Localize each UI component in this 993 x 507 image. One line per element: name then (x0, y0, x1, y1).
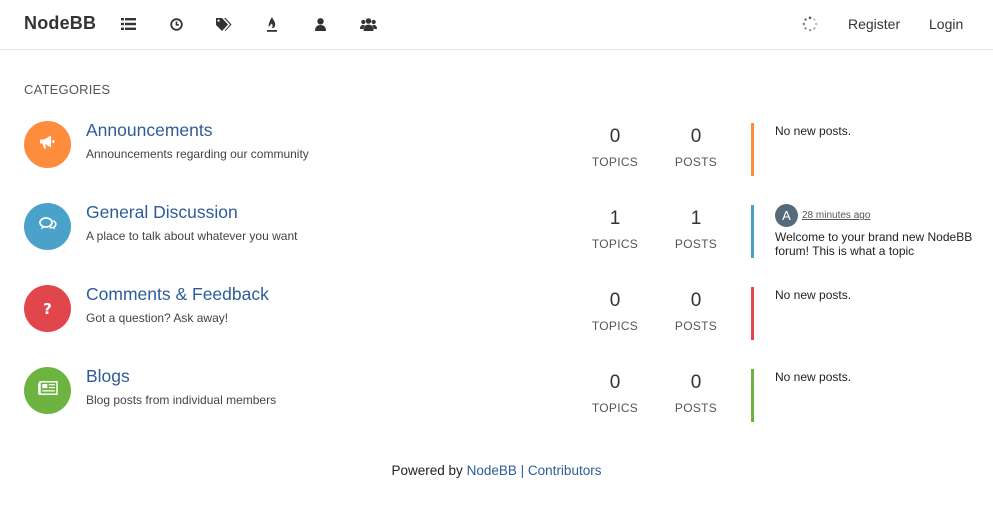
posts-count: 0 (690, 126, 702, 147)
top-navbar: NodeBB Register Login (0, 0, 993, 50)
category-description: A place to talk about whatever you want (86, 229, 298, 243)
footer-powered-by: Powered by (391, 463, 463, 478)
category-icon[interactable] (24, 203, 71, 250)
posts-stat: 1 POSTS (661, 208, 731, 251)
category-icon[interactable] (24, 367, 71, 414)
topics-count: 1 (609, 208, 621, 229)
footer-separator: | (520, 463, 525, 478)
bullhorn-icon (39, 135, 56, 154)
posts-label: POSTS (674, 155, 718, 169)
topics-stat: 1 TOPICS (580, 208, 650, 251)
category-description: Announcements regarding our community (86, 147, 309, 161)
newspaper-icon (37, 381, 58, 400)
popular-fire-icon[interactable] (263, 16, 281, 32)
category-description: Blog posts from individual members (86, 393, 277, 407)
topics-count: 0 (609, 126, 621, 147)
category-row-comments-feedback: ? Comments & Feedback Got a question? As… (0, 284, 993, 345)
teaser-text[interactable]: Welcome to your brand new NodeBB forum! … (775, 230, 975, 258)
category-title-link[interactable]: Blogs (86, 366, 130, 387)
contributors-link[interactable]: Contributors (528, 463, 602, 478)
category-accent-bar (751, 205, 754, 258)
loading-spinner-icon (802, 16, 818, 32)
comments-icon (38, 217, 57, 236)
category-accent-bar (751, 369, 754, 422)
topics-label: TOPICS (591, 237, 639, 251)
posts-stat: 0 POSTS (661, 126, 731, 169)
topics-count: 0 (609, 372, 621, 393)
topics-label: TOPICS (591, 155, 639, 169)
teaser-text: No new posts. (775, 288, 852, 302)
nodebb-link[interactable]: NodeBB (467, 463, 517, 478)
category-row-general-discussion: General Discussion A place to talk about… (0, 202, 993, 263)
category-title-link[interactable]: Comments & Feedback (86, 284, 269, 305)
tags-icon[interactable] (215, 16, 233, 32)
question-icon: ? (43, 299, 52, 318)
teaser-timestamp-link[interactable]: 28 minutes ago (802, 210, 870, 221)
recent-clock-icon[interactable] (167, 16, 185, 32)
categories-list-icon[interactable] (119, 16, 137, 32)
footer: Powered by NodeBB | Contributors (0, 463, 993, 478)
posts-count: 0 (690, 372, 702, 393)
category-icon[interactable]: ? (24, 285, 71, 332)
groups-icon[interactable] (359, 16, 377, 32)
posts-label: POSTS (674, 319, 718, 333)
brand-logo[interactable]: NodeBB (24, 13, 96, 34)
teaser-text: No new posts. (775, 124, 852, 138)
register-link[interactable]: Register (848, 16, 900, 32)
posts-label: POSTS (674, 401, 718, 415)
topics-count: 0 (609, 290, 621, 311)
user-avatar[interactable]: A (775, 204, 798, 227)
topics-label: TOPICS (591, 401, 639, 415)
posts-stat: 0 POSTS (661, 290, 731, 333)
login-link[interactable]: Login (929, 16, 963, 32)
teaser-text: No new posts. (775, 370, 852, 384)
category-row-blogs: Blogs Blog posts from individual members… (0, 366, 993, 427)
topics-stat: 0 TOPICS (580, 372, 650, 415)
category-accent-bar (751, 287, 754, 340)
users-icon[interactable] (311, 16, 329, 32)
topics-label: TOPICS (591, 319, 639, 333)
category-description: Got a question? Ask away! (86, 311, 229, 325)
topics-stat: 0 TOPICS (580, 290, 650, 333)
category-icon[interactable] (24, 121, 71, 168)
posts-label: POSTS (674, 237, 718, 251)
categories-heading: CATEGORIES (24, 82, 111, 97)
category-title-link[interactable]: Announcements (86, 120, 212, 141)
topics-stat: 0 TOPICS (580, 126, 650, 169)
posts-stat: 0 POSTS (661, 372, 731, 415)
posts-count: 1 (690, 208, 702, 229)
posts-count: 0 (690, 290, 702, 311)
category-accent-bar (751, 123, 754, 176)
category-row-announcements: Announcements Announcements regarding ou… (0, 120, 993, 181)
category-title-link[interactable]: General Discussion (86, 202, 238, 223)
